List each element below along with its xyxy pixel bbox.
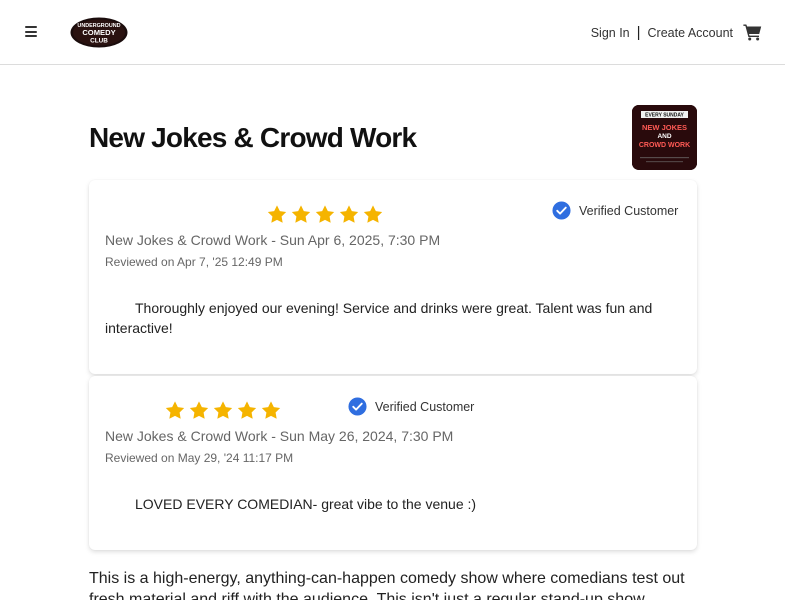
star-icon — [267, 205, 287, 223]
shopping-cart-icon[interactable] — [743, 23, 762, 41]
review-date: Reviewed on Apr 7, '25 12:49 PM — [105, 255, 283, 269]
thumbnail-every-sunday: EVERY SUNDAY — [645, 113, 684, 119]
top-navigation-bar: UNDERGROUND COMEDY CLUB Sign In | Create… — [0, 0, 785, 65]
hamburger-menu-icon[interactable] — [25, 26, 37, 37]
account-links: Sign In | Create Account — [591, 24, 733, 41]
star-icon — [237, 401, 257, 419]
verified-check-icon — [552, 201, 571, 220]
star-icon — [165, 401, 185, 419]
star-rating — [163, 400, 283, 422]
star-icon — [363, 205, 383, 223]
thumbnail-and: AND — [657, 133, 671, 140]
create-account-link[interactable]: Create Account — [648, 26, 733, 40]
star-icon — [213, 401, 233, 419]
verified-customer-badge: Verified Customer — [552, 201, 678, 220]
logo-text-club: CLUB — [90, 38, 108, 45]
review-card: Verified Customer New Jokes & Crowd Work… — [89, 180, 697, 374]
event-description: This is a high-energy, anything-can-happ… — [89, 570, 685, 600]
verified-customer-badge: Verified Customer — [348, 397, 474, 416]
star-icon — [339, 205, 359, 223]
verified-label: Verified Customer — [375, 399, 475, 414]
review-event-line: New Jokes & Crowd Work - Sun Apr 6, 2025… — [105, 232, 441, 248]
review-event-line: New Jokes & Crowd Work - Sun May 26, 202… — [105, 428, 454, 444]
star-icon — [291, 205, 311, 223]
star-rating — [265, 204, 385, 226]
star-icon — [261, 401, 281, 419]
review-text: Thoroughly enjoyed our evening! Service … — [105, 300, 653, 336]
underground-comedy-club-logo[interactable]: UNDERGROUND COMEDY CLUB — [70, 17, 128, 48]
review-date: Reviewed on May 29, '24 11:17 PM — [105, 451, 294, 465]
star-icon — [189, 401, 209, 419]
thumbnail-crowd-work: CROWD WORK — [639, 142, 690, 149]
nav-separator: | — [636, 24, 641, 41]
review-card: Verified Customer New Jokes & Crowd Work… — [89, 376, 697, 550]
page-title: New Jokes & Crowd Work — [89, 122, 417, 153]
event-thumbnail-image[interactable]: EVERY SUNDAY NEW JOKES AND CROWD WORK — [632, 105, 697, 170]
sign-in-link[interactable]: Sign In — [591, 26, 630, 40]
review-text: LOVED EVERY COMEDIAN- great vibe to the … — [135, 496, 477, 512]
thumbnail-new-jokes: NEW JOKES — [642, 123, 687, 132]
verified-check-icon — [348, 397, 367, 416]
verified-label: Verified Customer — [579, 203, 679, 218]
star-icon — [315, 205, 335, 223]
logo-text-comedy: COMEDY — [82, 28, 115, 37]
